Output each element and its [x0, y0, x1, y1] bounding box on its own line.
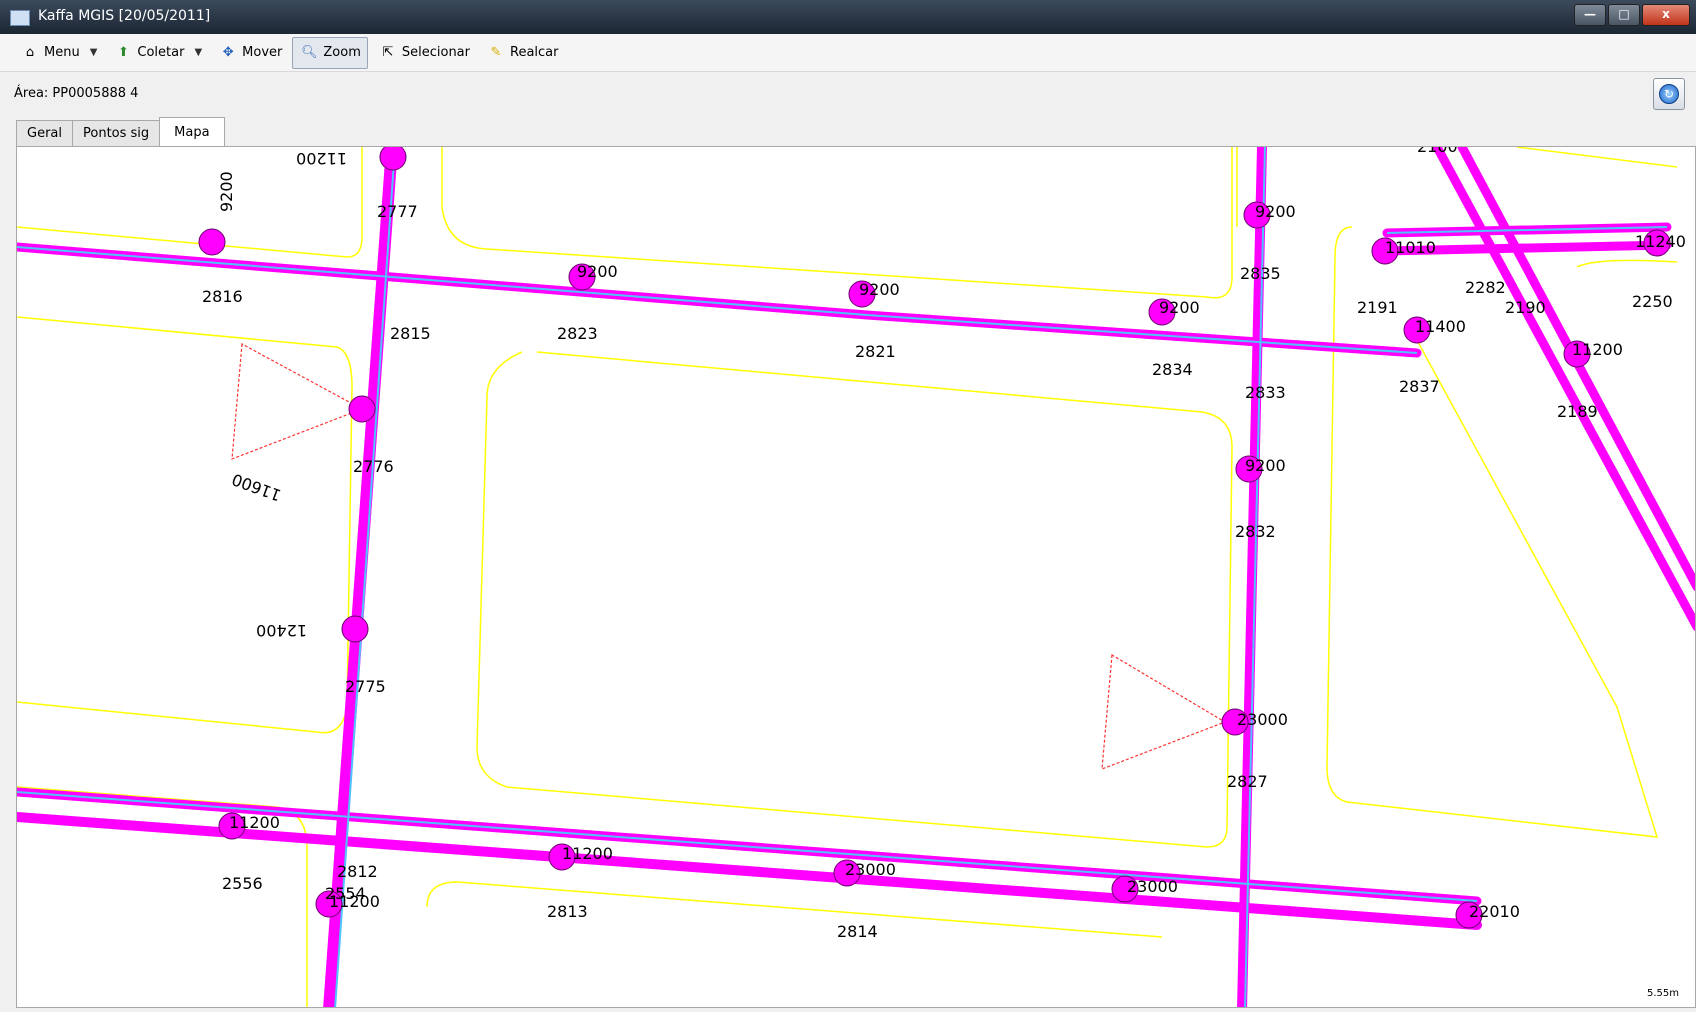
highlight-icon: ✎ — [490, 44, 502, 60]
zoom-button[interactable]: 🔍︎ Zoom — [292, 36, 368, 69]
map-label: 2834 — [1152, 360, 1193, 379]
refresh-button[interactable]: ↻ — [1653, 78, 1685, 110]
tab-geral[interactable]: Geral — [16, 120, 73, 146]
map-label: 2775 — [345, 677, 386, 696]
map-label: 2814 — [837, 922, 878, 941]
map-label: 11200 — [329, 892, 380, 911]
map-label: 9200 — [1255, 202, 1296, 221]
map-label: 11240 — [1635, 232, 1686, 251]
map-label: 2189 — [1557, 402, 1598, 421]
minimize-button[interactable]: — — [1574, 4, 1606, 26]
map-label: 2100 — [1417, 147, 1458, 156]
coletar-button[interactable]: ⬆ Coletar ▼ — [107, 38, 208, 68]
map-label: 2835 — [1240, 264, 1281, 283]
map-label: 11600 — [229, 470, 283, 505]
realcar-label: Realcar — [510, 45, 559, 60]
map-label: 2823 — [557, 324, 598, 343]
map-label: 12400 — [256, 621, 307, 640]
map-label: 2827 — [1227, 772, 1268, 791]
map-label: 11200 — [229, 813, 280, 832]
map-label: 11400 — [1415, 317, 1466, 336]
map-label: 2556 — [222, 874, 263, 893]
map-label: 2812 — [337, 862, 378, 881]
coletar-label: Coletar — [137, 45, 185, 60]
map-label: 11200 — [562, 844, 613, 863]
scale-label: 5.55m — [1646, 988, 1679, 999]
area-label: Área: PP0005888 4 — [14, 86, 139, 101]
map-label: 9200 — [217, 171, 236, 212]
map-label: 11010 — [1385, 238, 1436, 257]
map-label: 2816 — [202, 287, 243, 306]
title-bar: Kaffa MGIS [20/05/2011] — □ x — [0, 0, 1696, 34]
map-label: 2777 — [377, 202, 418, 221]
tab-pontos-sig[interactable]: Pontos sig — [72, 120, 161, 146]
realcar-button[interactable]: ✎ Realcar — [480, 38, 564, 68]
map-label: 9200 — [1159, 298, 1200, 317]
coverage-triangles — [231, 343, 1227, 770]
zoom-label: Zoom — [323, 45, 361, 60]
dropdown-arrow-icon[interactable]: ▼ — [194, 47, 202, 58]
toolbar: ⌂ Menu ▼ ⬆ Coletar ▼ ✥ Mover 🔍︎ Zoom ⇱ S… — [0, 34, 1696, 72]
map-label: 2191 — [1357, 298, 1398, 317]
refresh-icon: ↻ — [1659, 84, 1679, 104]
mover-label: Mover — [242, 45, 283, 60]
map-view[interactable]: 11200 9200 2777 2816 2815 9200 2823 9200… — [16, 146, 1696, 1008]
maximize-button[interactable]: □ — [1608, 4, 1640, 26]
map-label: 23000 — [1127, 877, 1178, 896]
map-label: 2190 — [1505, 298, 1546, 317]
map-label: 23000 — [845, 860, 896, 879]
selecionar-label: Selecionar — [401, 45, 470, 60]
map-label: 2813 — [547, 902, 588, 921]
map-label: 2833 — [1245, 383, 1286, 402]
map-label: 9200 — [577, 262, 618, 281]
window-title: Kaffa MGIS [20/05/2011] — [38, 8, 211, 24]
menu-label: Menu — [44, 45, 80, 60]
map-label: 2837 — [1399, 377, 1440, 396]
app-icon — [10, 10, 30, 26]
mover-button[interactable]: ✥ Mover — [212, 38, 288, 68]
map-label: 9200 — [859, 280, 900, 299]
pointer-icon: ⇱ — [382, 44, 394, 60]
menu-button[interactable]: ⌂ Menu ▼ — [14, 38, 103, 68]
tab-bar: Geral Pontos sig Mapa — [16, 116, 225, 147]
map-label: 23000 — [1237, 710, 1288, 729]
map-label: 11200 — [1572, 340, 1623, 359]
map-label: 11200 — [296, 149, 347, 168]
home-icon: ⌂ — [25, 44, 35, 60]
dropdown-arrow-icon[interactable]: ▼ — [90, 47, 98, 58]
poles — [198, 147, 1671, 929]
map-label: 2282 — [1465, 278, 1506, 297]
map-label: 2250 — [1632, 292, 1673, 311]
move-icon: ✥ — [222, 44, 234, 60]
zoom-icon: 🔍︎ — [301, 44, 318, 60]
map-label: 2776 — [353, 457, 394, 476]
map-canvas[interactable]: 11200 9200 2777 2816 2815 9200 2823 9200… — [17, 147, 1696, 1008]
selecionar-button[interactable]: ⇱ Selecionar — [372, 38, 476, 68]
map-label: 2815 — [390, 324, 431, 343]
collect-icon: ⬆ — [117, 44, 129, 60]
close-button[interactable]: x — [1642, 4, 1690, 26]
map-label: 2821 — [855, 342, 896, 361]
map-label: 9200 — [1245, 456, 1286, 475]
window-controls: — □ x — [1574, 4, 1690, 26]
tab-mapa[interactable]: Mapa — [159, 117, 225, 147]
map-label: 22010 — [1469, 902, 1520, 921]
map-label: 2832 — [1235, 522, 1276, 541]
